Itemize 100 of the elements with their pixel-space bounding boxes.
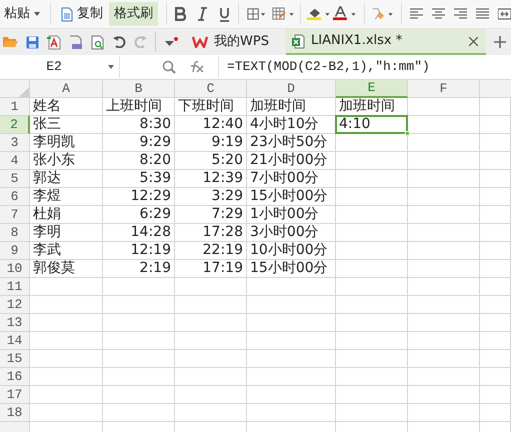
table-cell bbox=[480, 278, 511, 296]
table-cell: 14:28 bbox=[103, 224, 175, 242]
row-header[interactable]: 15 bbox=[0, 350, 30, 368]
caret-icon bbox=[34, 12, 40, 16]
row-header[interactable]: 4 bbox=[0, 152, 30, 170]
table-cell bbox=[103, 332, 175, 350]
table-cell bbox=[480, 242, 511, 260]
row-header[interactable]: 12 bbox=[0, 296, 30, 314]
table-cell bbox=[336, 368, 408, 386]
column-header[interactable]: A bbox=[30, 80, 103, 98]
table-cell bbox=[336, 170, 408, 188]
zoom-icon[interactable] bbox=[162, 60, 176, 74]
copy-button[interactable]: 复制 bbox=[56, 2, 107, 26]
bold-icon[interactable] bbox=[174, 7, 186, 21]
table-cell: 7:29 bbox=[175, 206, 247, 224]
fill-color-icon[interactable] bbox=[307, 6, 332, 22]
table-cell bbox=[336, 350, 408, 368]
row-header[interactable]: 2 bbox=[0, 116, 30, 134]
table-cell: 17:28 bbox=[175, 224, 247, 242]
table-cell: 李明 bbox=[30, 224, 103, 242]
table-cell bbox=[336, 224, 408, 242]
table-cell: 8:20 bbox=[103, 152, 175, 170]
table-cell bbox=[175, 332, 247, 350]
column-header[interactable]: C bbox=[175, 80, 247, 98]
table-cell bbox=[480, 224, 511, 242]
document-tab[interactable]: LIANIX1.xlsx * bbox=[286, 29, 486, 55]
row-header[interactable]: 17 bbox=[0, 386, 30, 404]
row-header[interactable]: 13 bbox=[0, 314, 30, 332]
table-cell bbox=[408, 152, 480, 170]
eraser-icon[interactable] bbox=[370, 6, 394, 22]
table-cell: 17:19 bbox=[175, 260, 247, 278]
row-header[interactable]: 1 bbox=[0, 98, 30, 116]
table-cell: 加班时间 bbox=[336, 98, 408, 116]
undo-icon[interactable] bbox=[113, 36, 126, 48]
table-cell bbox=[408, 368, 480, 386]
italic-icon[interactable] bbox=[198, 7, 207, 21]
merge-icon[interactable] bbox=[498, 8, 511, 20]
table-cell bbox=[480, 296, 511, 314]
paste-button[interactable]: 粘贴 bbox=[0, 2, 44, 26]
justify-icon[interactable] bbox=[476, 8, 490, 20]
table-cell bbox=[480, 350, 511, 368]
table-cell: 1小时00分 bbox=[247, 206, 336, 224]
column-header[interactable]: E bbox=[336, 80, 408, 98]
close-icon[interactable] bbox=[469, 36, 478, 46]
table-cell: 李武 bbox=[30, 242, 103, 260]
table-cell bbox=[336, 134, 408, 152]
table-cell bbox=[408, 350, 480, 368]
save-icon[interactable] bbox=[26, 36, 39, 48]
column-header[interactable]: F bbox=[408, 80, 480, 98]
cell-style-icon[interactable] bbox=[272, 6, 294, 22]
row-header[interactable]: 10 bbox=[0, 260, 30, 278]
table-cell bbox=[175, 314, 247, 332]
row-header[interactable]: 5 bbox=[0, 170, 30, 188]
table-cell: 7小时00分 bbox=[247, 170, 336, 188]
row-header[interactable]: 14 bbox=[0, 332, 30, 350]
table-cell bbox=[103, 278, 175, 296]
table-cell: 5:39 bbox=[103, 170, 175, 188]
borders-icon[interactable] bbox=[246, 7, 266, 21]
caret-icon bbox=[108, 65, 114, 69]
align-left-icon[interactable] bbox=[410, 8, 424, 20]
function-icon[interactable] bbox=[188, 61, 204, 73]
preview-icon[interactable] bbox=[91, 34, 105, 50]
table-cell bbox=[408, 260, 480, 278]
align-center-icon[interactable] bbox=[432, 8, 446, 20]
print-preview-icon[interactable] bbox=[69, 34, 83, 50]
table-cell bbox=[480, 170, 511, 188]
table-cell: 9:29 bbox=[103, 134, 175, 152]
row-header[interactable]: 7 bbox=[0, 206, 30, 224]
table-cell bbox=[408, 224, 480, 242]
table-cell bbox=[103, 386, 175, 404]
row-header[interactable]: 16 bbox=[0, 368, 30, 386]
row-header[interactable]: 9 bbox=[0, 242, 30, 260]
table-cell bbox=[336, 260, 408, 278]
row-header[interactable]: 3 bbox=[0, 134, 30, 152]
table-cell: 李明凯 bbox=[30, 134, 103, 152]
table-cell: 6:29 bbox=[103, 206, 175, 224]
align-right-icon[interactable] bbox=[454, 8, 468, 20]
pdf-export-icon[interactable] bbox=[47, 34, 61, 50]
table-cell: 21小时00分 bbox=[247, 152, 336, 170]
document-icon bbox=[60, 6, 73, 22]
row-header[interactable]: 11 bbox=[0, 278, 30, 296]
row-header[interactable]: 6 bbox=[0, 188, 30, 206]
formula-field[interactable]: =TEXT(MOD(C2-B2,1),"h:mm") bbox=[218, 56, 511, 78]
row-header[interactable]: 8 bbox=[0, 224, 30, 242]
dropdown-icon[interactable] bbox=[164, 37, 178, 47]
table-cell bbox=[480, 332, 511, 350]
table-cell: 5:20 bbox=[175, 152, 247, 170]
row-header[interactable]: 18 bbox=[0, 404, 30, 422]
column-header[interactable]: B bbox=[103, 80, 175, 98]
font-color-icon[interactable] bbox=[333, 6, 358, 22]
table-cell bbox=[408, 188, 480, 206]
underline-icon[interactable] bbox=[218, 6, 230, 22]
name-box[interactable]: E2 bbox=[0, 56, 120, 78]
table-cell bbox=[336, 386, 408, 404]
format-painter-button[interactable]: 格式刷 bbox=[108, 2, 158, 26]
table-cell: 3:29 bbox=[175, 188, 247, 206]
table-cell: 张三 bbox=[30, 116, 103, 134]
table-cell: 郭达 bbox=[30, 170, 103, 188]
table-cell bbox=[480, 188, 511, 206]
table-cell bbox=[480, 260, 511, 278]
